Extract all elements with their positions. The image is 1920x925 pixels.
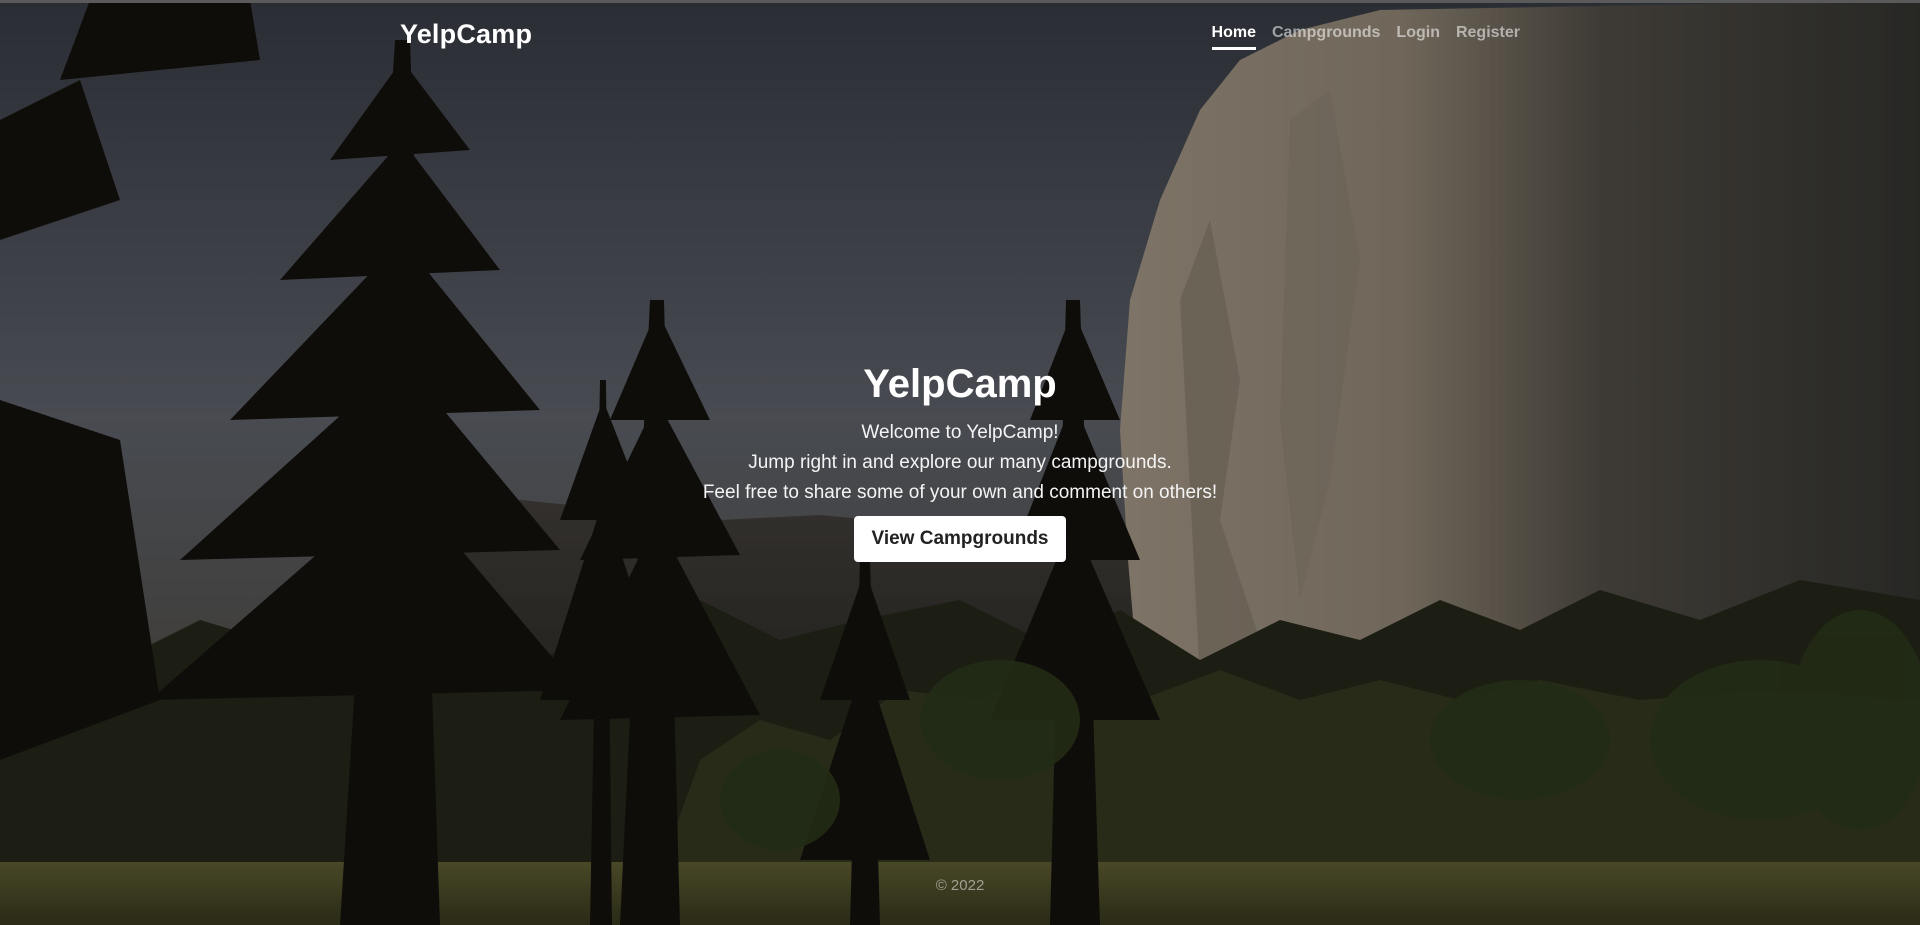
nav-link-home[interactable]: Home bbox=[1211, 24, 1256, 50]
brand-logo[interactable]: YelpCamp bbox=[400, 19, 532, 50]
main-nav: Home Campgrounds Login Register bbox=[1211, 24, 1520, 50]
hero-welcome-text: Welcome to YelpCamp! bbox=[861, 422, 1059, 443]
hero-section: YelpCamp Welcome to YelpCamp! Jump right… bbox=[0, 360, 1920, 562]
window-top-border bbox=[0, 0, 1920, 3]
footer-copyright: © 2022 bbox=[935, 877, 985, 894]
hero-title: YelpCamp bbox=[863, 362, 1057, 406]
view-campgrounds-button[interactable]: View Campgrounds bbox=[854, 516, 1066, 562]
hero-explore-text: Jump right in and explore our many campg… bbox=[748, 452, 1172, 473]
nav-link-login[interactable]: Login bbox=[1396, 24, 1440, 50]
nav-link-campgrounds[interactable]: Campgrounds bbox=[1272, 24, 1380, 50]
hero-share-text: Feel free to share some of your own and … bbox=[702, 482, 1218, 503]
nav-link-register[interactable]: Register bbox=[1456, 24, 1520, 50]
page: YelpCamp Home Campgrounds Login Register… bbox=[0, 0, 1920, 925]
